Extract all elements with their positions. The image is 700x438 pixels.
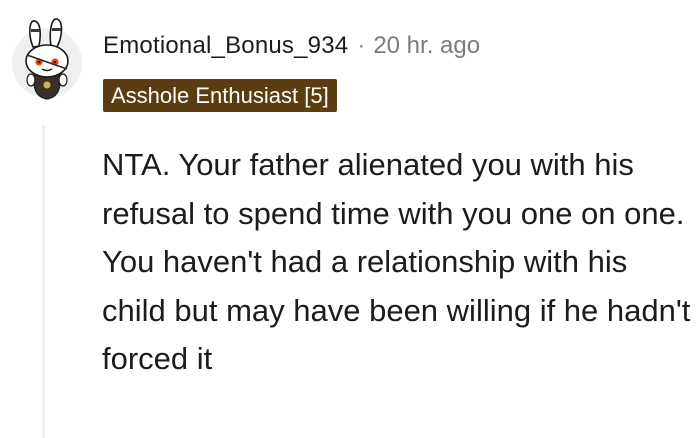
thread-line[interactable]	[42, 125, 45, 438]
username-link[interactable]: Emotional_Bonus_934	[103, 32, 348, 60]
snoo-bunny-avatar-icon	[12, 18, 82, 100]
user-flair-badge: Asshole Enthusiast [5]	[103, 79, 337, 112]
timestamp-link[interactable]: 20 hr. ago	[373, 32, 480, 60]
user-avatar[interactable]	[11, 13, 83, 105]
comment-meta: Emotional_Bonus_934 · 20 hr. ago	[103, 30, 480, 62]
meta-separator: ·	[357, 32, 366, 59]
comment: Emotional_Bonus_934 · 20 hr. ago Asshole…	[0, 0, 700, 438]
comment-body: NTA. Your father alienated you with his …	[102, 147, 691, 376]
